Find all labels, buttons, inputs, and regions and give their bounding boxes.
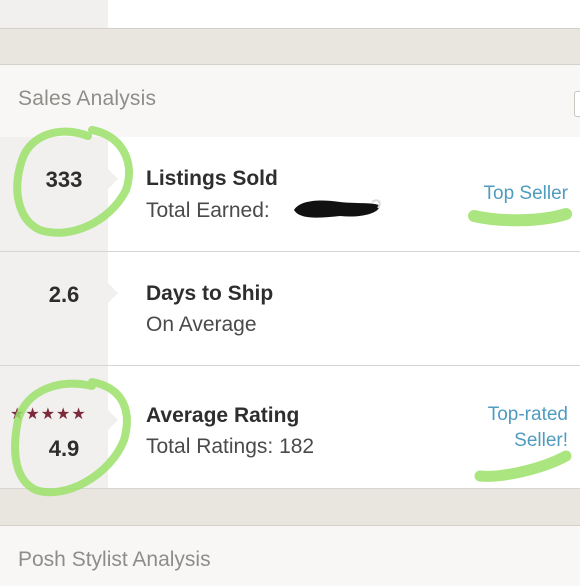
sales-analysis-header: Sales Analysis xyxy=(0,64,580,138)
top-rated-seller-badge[interactable]: Top-rated Seller! xyxy=(488,402,568,454)
average-rating-label: Average Rating xyxy=(146,404,300,427)
stat-column xyxy=(0,252,108,365)
top-rated-line: Top-rated xyxy=(487,404,568,425)
stat-row-listings-sold: 333 Listings Sold Total Earned: Top Sell… xyxy=(0,137,580,252)
stat-column xyxy=(0,137,108,251)
listings-sold-label: Listings Sold xyxy=(146,167,278,190)
posh-stylist-analysis-title: Posh Stylist Analysis xyxy=(18,548,211,571)
sales-analysis-title: Sales Analysis xyxy=(18,87,157,110)
average-rating-value: 4.9 xyxy=(48,436,80,461)
listings-sold-count: 333 xyxy=(45,167,83,192)
days-to-ship-value: 2.6 xyxy=(48,282,80,307)
previous-card xyxy=(0,0,580,29)
seller-line: Seller! xyxy=(514,430,568,451)
total-ratings-label: Total Ratings: 182 xyxy=(146,435,315,458)
days-to-ship-label: Days to Ship xyxy=(146,282,274,305)
rating-stars-icon: ★★★★★ xyxy=(10,406,87,423)
posh-stylist-analysis-header: Posh Stylist Analysis xyxy=(0,525,580,586)
stat-row-days-to-ship: 2.6 Days to Ship On Average xyxy=(0,252,580,366)
total-earned-label: Total Earned: xyxy=(146,199,270,222)
stat-row-average-rating: 4.9 Average Rating Total Ratings: 182 To… xyxy=(0,366,580,489)
header-corner-control xyxy=(574,91,580,117)
top-seller-badge[interactable]: Top Seller xyxy=(484,181,569,207)
stat-column xyxy=(0,366,108,488)
on-average-label: On Average xyxy=(146,313,257,336)
redacted-earnings-mark xyxy=(294,199,381,218)
previous-card-left-column xyxy=(0,0,108,28)
row-notch xyxy=(108,410,118,430)
